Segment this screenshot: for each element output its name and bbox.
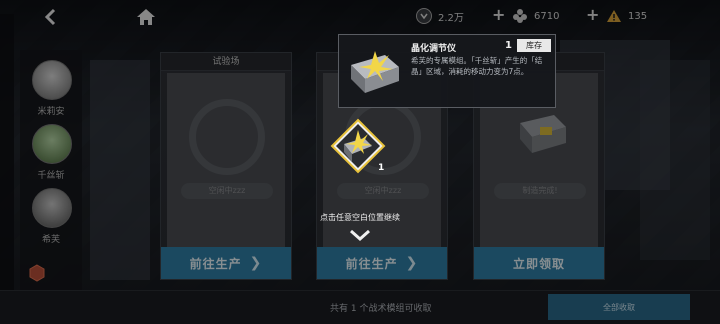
coin-icon (416, 8, 432, 24)
character-name: 千丝斩 (37, 171, 65, 181)
character-avatar[interactable] (32, 60, 72, 100)
slot-body: 空闲中zzz (167, 73, 285, 249)
slot-status: 空闲中zzz (337, 183, 429, 199)
button-label: 前往生产 (189, 256, 242, 271)
character-name: 米莉安 (37, 107, 65, 117)
back-button[interactable] (34, 4, 68, 30)
flower-token-icon (512, 8, 528, 24)
resource-stamina: 135 (606, 6, 647, 26)
slot-status: 制造完成! (494, 183, 586, 199)
warning-triangle-icon (606, 8, 622, 24)
home-button[interactable] (132, 4, 160, 30)
go-produce-button[interactable]: 前往生产 ❯ (161, 247, 291, 279)
home-icon (137, 9, 155, 25)
dismiss-hint: 点击任意空白位置继续 (320, 213, 400, 222)
chevron-right-icon: ❯ (405, 255, 419, 271)
hexagon-badge-icon[interactable] (28, 264, 46, 282)
resource-token: 6710 (512, 6, 559, 26)
collect-all-button[interactable]: 全部收取 (548, 294, 690, 320)
claim-now-button[interactable]: 立即领取 (474, 247, 604, 279)
character-name: 希芙 (41, 235, 60, 245)
production-slot-1: 试验场 空闲中zzz 前往生产 ❯ (160, 52, 292, 280)
crystal-regulator-icon (345, 47, 405, 97)
item-tooltip: 晶化调节仪 1 库存 希芙的专属模组。「千丝斩」产生的「结晶」区域，消耗的移动力… (338, 34, 556, 108)
slot-header: 试验场 (161, 53, 291, 71)
resource-coin: 2.2万 (416, 6, 464, 26)
character-avatar[interactable] (32, 124, 72, 164)
button-label: 立即领取 (512, 256, 565, 271)
stock-badge: 库存 (517, 39, 551, 52)
character-avatar[interactable] (32, 188, 72, 228)
button-label: 全部收取 (603, 302, 635, 312)
bottom-bar: 共有 1 个战术模组可收取 全部收取 (0, 290, 720, 324)
item-quantity: 1 (378, 163, 385, 173)
module-case-icon (514, 109, 570, 157)
slot-status: 空闲中zzz (181, 183, 273, 199)
token-value: 6710 (534, 10, 560, 22)
item-description: 希芙的专属模组。「千丝斩」产生的「结晶」区域，消耗的移动力变为7点。 (411, 56, 543, 76)
character-list: 米莉安 千丝斩 希芙 (20, 50, 82, 290)
button-label: 前往生产 (345, 256, 398, 271)
empty-slot-ring (189, 99, 265, 175)
chevron-right-icon: ❯ (249, 255, 263, 271)
back-arrow-icon (44, 8, 56, 26)
go-produce-button[interactable]: 前往生产 ❯ (317, 247, 447, 279)
add-token-button[interactable]: + (586, 5, 599, 24)
left-edge-strip (0, 14, 14, 290)
checkmark-icon (348, 226, 372, 242)
top-bar: 2.2万 + 6710 + 135 (0, 0, 720, 34)
item-count: 1 (505, 40, 512, 51)
collect-summary: 共有 1 个战术模组可收取 (330, 304, 432, 314)
add-coin-button[interactable]: + (492, 5, 505, 24)
stamina-value: 135 (628, 10, 648, 22)
item-title: 晶化调节仪 (411, 44, 457, 54)
coin-value: 2.2万 (438, 12, 464, 24)
